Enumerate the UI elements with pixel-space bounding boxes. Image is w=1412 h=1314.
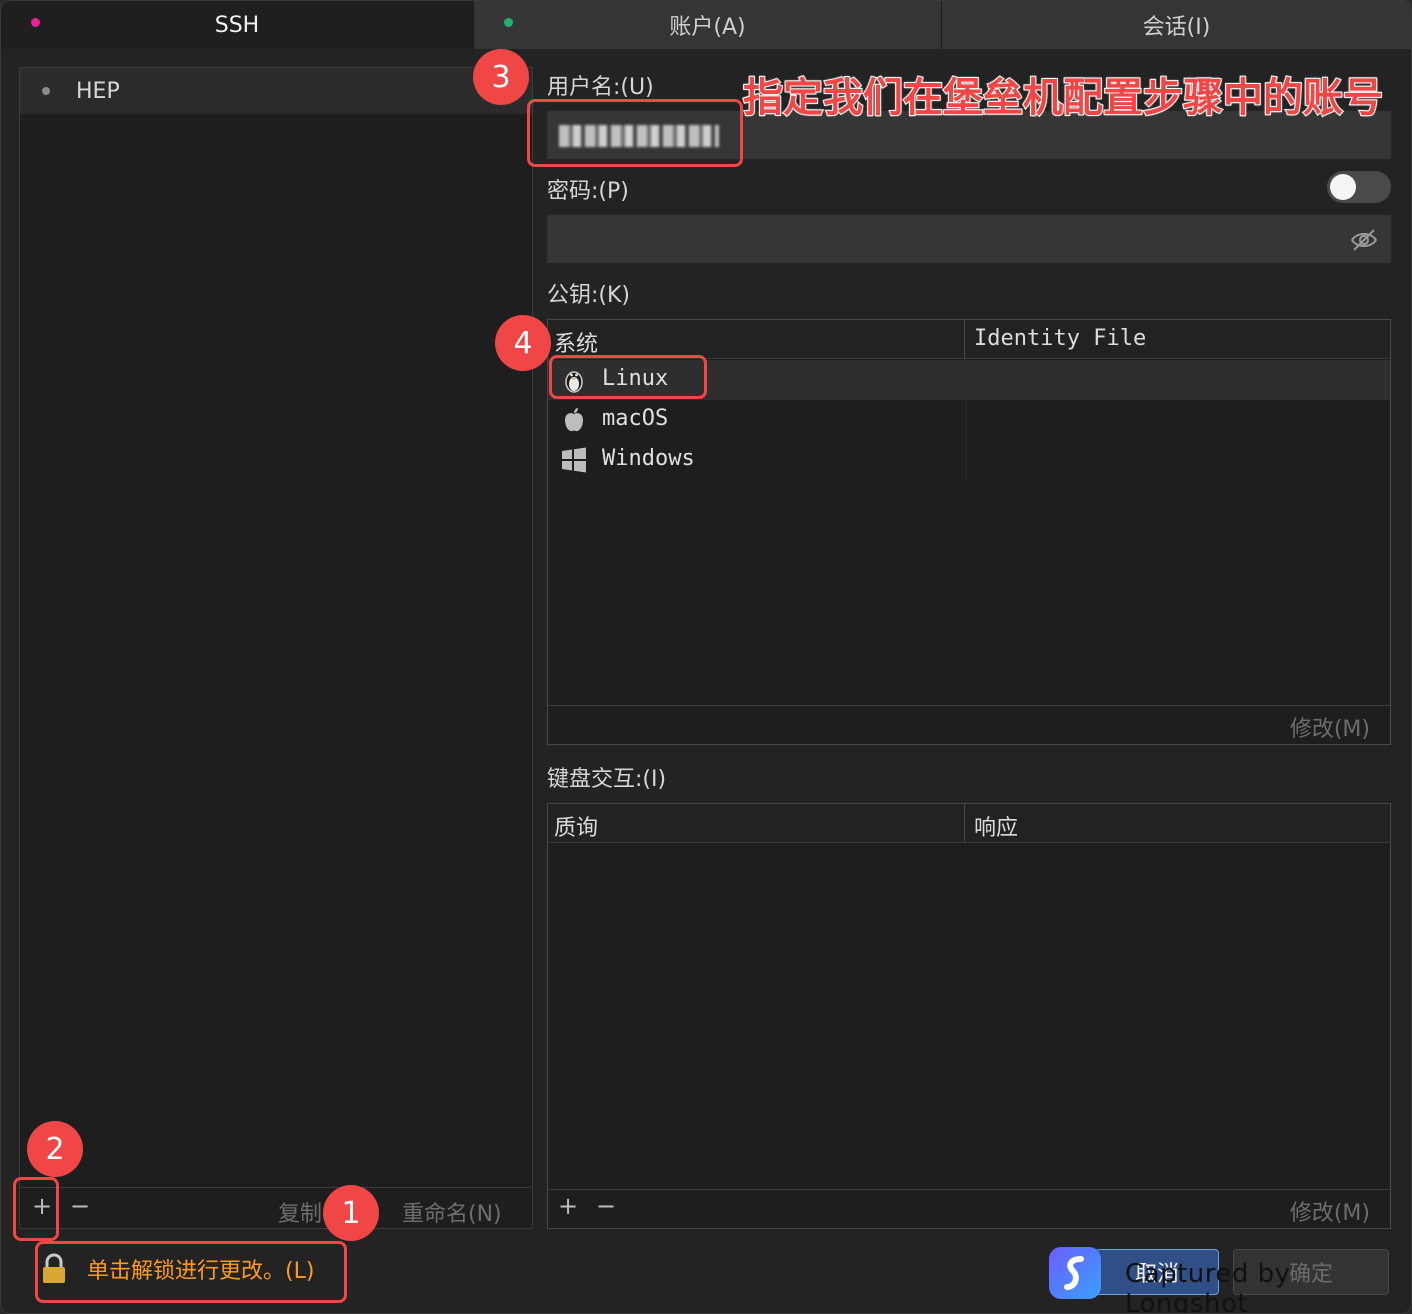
ssh-config-window: SSH 账户(A) 会话(I) HEP + − 复制 重命名(N) 用户名:(U…	[0, 0, 1412, 1314]
password-label: 密码:(P)	[547, 179, 629, 204]
tab-ssh[interactable]: SSH	[1, 1, 473, 49]
tab-session-label: 会话(I)	[1142, 15, 1211, 40]
table-row[interactable]: macOS	[548, 400, 1390, 440]
cell-divider	[966, 440, 967, 480]
toggle-knob	[1330, 174, 1356, 200]
annotation-badge-4: 4	[495, 315, 551, 371]
cell-divider	[966, 360, 967, 400]
column-header-response: 响应	[974, 816, 1019, 841]
longshot-logo-icon	[1049, 1247, 1101, 1299]
username-label: 用户名:(U)	[547, 75, 654, 100]
tab-ssh-dot	[31, 18, 40, 27]
cell-divider	[966, 400, 967, 440]
tab-bar: SSH 账户(A) 会话(I)	[1, 1, 1411, 49]
annotation-box-username	[527, 99, 743, 167]
host-list-panel: HEP + − 复制 重命名(N)	[19, 67, 533, 1229]
remove-host-button[interactable]: −	[70, 1192, 90, 1220]
eye-slash-icon[interactable]	[1349, 225, 1379, 255]
annotation-box-add	[13, 1177, 59, 1241]
system-name: Windows	[602, 446, 695, 471]
annotation-box-unlock	[35, 1241, 347, 1303]
watermark-text: Captured by Longshot	[1125, 1259, 1291, 1314]
add-challenge-button[interactable]: +	[558, 1192, 578, 1220]
modify-pubkey-button[interactable]: 修改(M)	[1290, 711, 1370, 743]
tab-account-dot	[504, 18, 513, 27]
rename-host-button[interactable]: 重命名(N)	[402, 1196, 502, 1228]
keyboard-interactive-table: 质询 响应 + − 修改(M)	[547, 803, 1391, 1229]
pubkey-table-header: 系统 Identity File	[548, 320, 1390, 359]
pubkey-table-footer: 修改(M)	[548, 705, 1390, 744]
password-toggle[interactable]	[1327, 171, 1391, 203]
column-divider	[964, 804, 965, 842]
copy-host-button[interactable]: 复制	[278, 1196, 322, 1228]
table-row[interactable]: Windows	[548, 440, 1390, 480]
apple-icon	[565, 408, 583, 432]
tab-ssh-label: SSH	[214, 12, 260, 38]
keyboard-table-footer: + − 修改(M)	[548, 1189, 1390, 1228]
host-bullet-icon	[42, 87, 50, 95]
annotation-badge-3: 3	[473, 49, 529, 105]
remove-challenge-button[interactable]: −	[596, 1192, 616, 1220]
column-divider	[964, 320, 965, 358]
annotation-note: 指定我们在堡垒机配置步骤中的账号	[742, 74, 1384, 122]
tab-account[interactable]: 账户(A)	[473, 1, 941, 49]
password-field[interactable]	[547, 215, 1391, 263]
column-header-system: 系统	[554, 332, 599, 357]
keyboard-interactive-label: 键盘交互:(I)	[547, 767, 667, 792]
tab-account-label: 账户(A)	[669, 15, 746, 40]
keyboard-table-header: 质询 响应	[548, 804, 1390, 843]
modify-challenge-button[interactable]: 修改(M)	[1290, 1195, 1370, 1227]
host-list-footer: + − 复制 重命名(N)	[20, 1187, 532, 1228]
annotation-badge-2: 2	[27, 1121, 83, 1177]
windows-icon	[562, 447, 586, 473]
annotation-badge-1: 1	[323, 1185, 379, 1241]
column-header-identity-file: Identity File	[974, 326, 1147, 351]
pubkey-label: 公钥:(K)	[547, 283, 631, 308]
system-name: macOS	[602, 406, 669, 431]
column-header-challenge: 质询	[554, 816, 599, 841]
annotation-box-linux	[549, 355, 707, 399]
host-list-item[interactable]: HEP	[20, 68, 532, 114]
tab-session[interactable]: 会话(I)	[941, 1, 1411, 49]
host-name: HEP	[76, 78, 120, 104]
